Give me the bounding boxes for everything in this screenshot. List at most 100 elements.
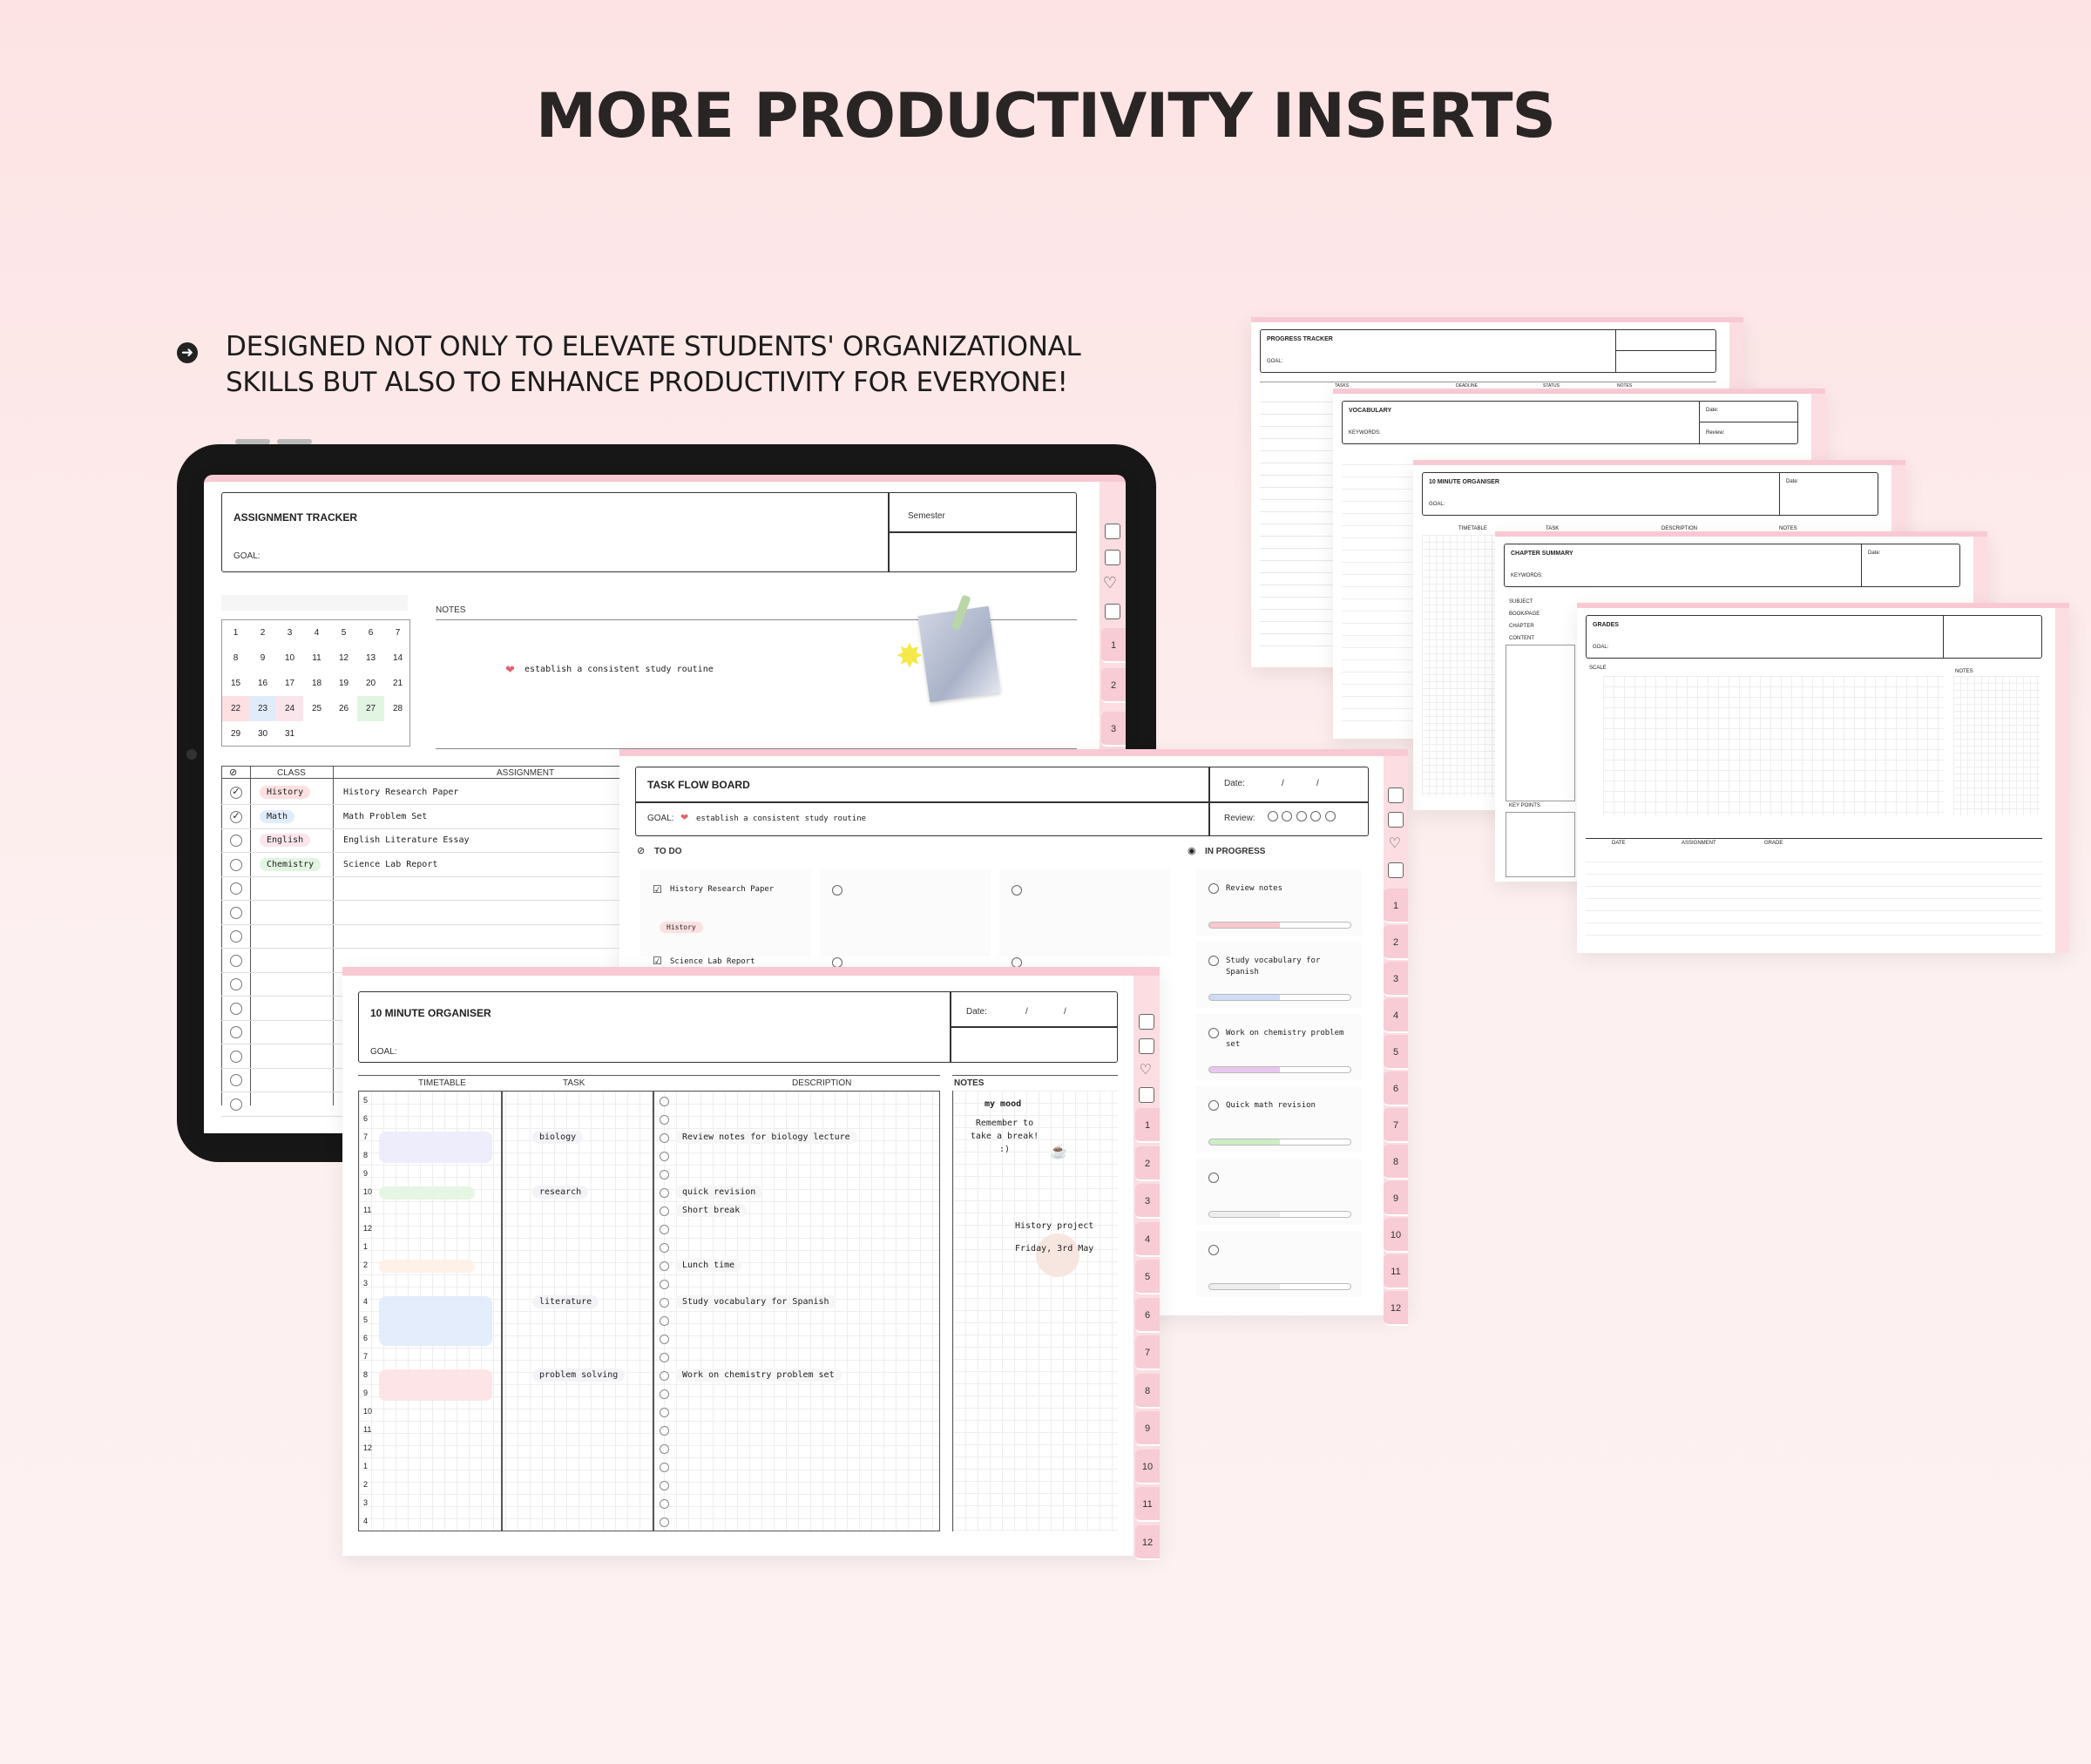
checkbox[interactable] xyxy=(230,954,242,967)
checkbox-checked[interactable]: ✓ xyxy=(230,787,242,799)
calendar-day[interactable] xyxy=(357,721,384,747)
tab-11[interactable]: 11 xyxy=(1135,1487,1160,1522)
calendar-day[interactable]: 30 xyxy=(249,721,276,747)
checkbox[interactable] xyxy=(230,835,242,847)
row-checkbox[interactable] xyxy=(660,1353,669,1362)
calendar-day[interactable]: 6 xyxy=(357,620,384,645)
calendar-day[interactable]: 22 xyxy=(222,696,249,721)
tab-12[interactable]: 12 xyxy=(1135,1524,1160,1560)
todo-checkbox[interactable] xyxy=(832,885,842,896)
checkbox-checked[interactable]: ☑ xyxy=(653,955,662,967)
calendar-day[interactable]: 28 xyxy=(384,696,411,721)
row-checkbox[interactable] xyxy=(660,1261,669,1271)
tab-4[interactable]: 4 xyxy=(1135,1221,1160,1257)
row-checkbox[interactable] xyxy=(660,1316,669,1326)
tab-6[interactable]: 6 xyxy=(1135,1297,1160,1333)
checkbox-checked[interactable]: ✓ xyxy=(230,810,242,823)
row-checkbox[interactable] xyxy=(660,1206,669,1216)
tab-2[interactable]: 2 xyxy=(1135,1146,1160,1181)
checkbox-checked[interactable]: ☑ xyxy=(653,883,662,896)
row-checkbox[interactable] xyxy=(660,1463,669,1472)
calendar-day[interactable]: 3 xyxy=(276,620,303,645)
checkbox[interactable] xyxy=(230,1074,242,1086)
tab-10[interactable]: 10 xyxy=(1135,1449,1160,1484)
tab-4[interactable]: 4 xyxy=(1384,998,1408,1033)
edit-icon[interactable] xyxy=(1105,604,1120,619)
tab-2[interactable]: 2 xyxy=(1384,925,1408,960)
calendar-day[interactable]: 2 xyxy=(249,620,276,645)
tab-5[interactable]: 5 xyxy=(1135,1260,1160,1294)
edit-icon[interactable] xyxy=(1139,1087,1154,1103)
tab-3[interactable]: 3 xyxy=(1384,962,1408,997)
calendar-day[interactable]: 4 xyxy=(303,620,330,645)
row-checkbox[interactable] xyxy=(660,1133,669,1143)
row-checkbox[interactable] xyxy=(660,1225,669,1234)
tab-1[interactable]: 1 xyxy=(1101,628,1126,663)
calendar-day[interactable] xyxy=(303,721,330,747)
row-checkbox[interactable] xyxy=(660,1517,669,1527)
calendar-day[interactable]: 27 xyxy=(357,696,384,721)
calendar-day[interactable]: 13 xyxy=(357,645,384,671)
edit-icon[interactable] xyxy=(1388,862,1404,878)
checkbox[interactable] xyxy=(230,978,242,990)
folder-icon[interactable] xyxy=(1105,550,1120,565)
checkbox[interactable] xyxy=(230,882,242,895)
row-checkbox[interactable] xyxy=(660,1389,669,1399)
checkbox[interactable] xyxy=(230,1002,242,1015)
row-checkbox[interactable] xyxy=(660,1188,669,1198)
calendar-day[interactable]: 19 xyxy=(330,671,357,696)
inprogress-checkbox[interactable] xyxy=(1208,1100,1219,1111)
calendar-day[interactable]: 14 xyxy=(384,645,411,671)
calendar-day[interactable]: 8 xyxy=(222,645,249,671)
calendar-day[interactable]: 15 xyxy=(222,671,249,696)
tab-6[interactable]: 6 xyxy=(1384,1071,1408,1106)
checkbox[interactable] xyxy=(230,930,242,943)
row-checkbox[interactable] xyxy=(660,1152,669,1161)
checkbox[interactable] xyxy=(230,858,242,871)
heart-icon[interactable]: ♡ xyxy=(1103,574,1117,592)
book-icon[interactable] xyxy=(1105,524,1120,539)
calendar-day[interactable]: 17 xyxy=(276,671,303,696)
row-checkbox[interactable] xyxy=(660,1243,669,1253)
tab-10[interactable]: 10 xyxy=(1384,1218,1408,1253)
inprogress-checkbox[interactable] xyxy=(1208,1028,1219,1038)
row-checkbox[interactable] xyxy=(660,1298,669,1308)
checkbox[interactable] xyxy=(230,1050,242,1063)
calendar-day[interactable]: 7 xyxy=(384,620,411,645)
row-checkbox[interactable] xyxy=(660,1371,669,1381)
calendar-day[interactable] xyxy=(330,721,357,747)
calendar-day[interactable]: 31 xyxy=(276,721,303,747)
calendar-day[interactable]: 1 xyxy=(222,620,249,645)
heart-icon[interactable]: ♡ xyxy=(1389,835,1401,852)
row-checkbox[interactable] xyxy=(660,1499,669,1509)
book-icon[interactable] xyxy=(1388,787,1404,803)
calendar-day[interactable]: 5 xyxy=(330,620,357,645)
calendar-day[interactable]: 10 xyxy=(276,645,303,671)
tab-9[interactable]: 9 xyxy=(1135,1411,1160,1446)
tab-3[interactable]: 3 xyxy=(1135,1184,1160,1219)
tab-8[interactable]: 8 xyxy=(1384,1145,1408,1179)
tab-1[interactable]: 1 xyxy=(1384,889,1408,923)
tab-7[interactable]: 7 xyxy=(1135,1335,1160,1370)
calendar-day[interactable]: 26 xyxy=(330,696,357,721)
tab-9[interactable]: 9 xyxy=(1384,1181,1408,1216)
heart-icon[interactable]: ♡ xyxy=(1140,1061,1152,1078)
tab-3[interactable]: 3 xyxy=(1101,712,1126,747)
row-checkbox[interactable] xyxy=(660,1115,669,1125)
calendar-day[interactable]: 9 xyxy=(249,645,276,671)
row-checkbox[interactable] xyxy=(660,1280,669,1289)
calendar-day[interactable]: 29 xyxy=(222,721,249,747)
tab-1[interactable]: 1 xyxy=(1135,1108,1160,1143)
calendar-day[interactable]: 21 xyxy=(384,671,411,696)
tab-7[interactable]: 7 xyxy=(1384,1108,1408,1143)
tab-12[interactable]: 12 xyxy=(1384,1291,1408,1326)
tab-5[interactable]: 5 xyxy=(1384,1035,1408,1070)
row-checkbox[interactable] xyxy=(660,1444,669,1454)
checkbox[interactable] xyxy=(230,1026,242,1038)
book-icon[interactable] xyxy=(1139,1014,1154,1030)
inprogress-checkbox[interactable] xyxy=(1208,956,1219,966)
checkbox[interactable] xyxy=(230,906,242,919)
checkbox[interactable] xyxy=(230,1098,242,1111)
tab-8[interactable]: 8 xyxy=(1135,1373,1160,1409)
row-checkbox[interactable] xyxy=(660,1481,669,1490)
